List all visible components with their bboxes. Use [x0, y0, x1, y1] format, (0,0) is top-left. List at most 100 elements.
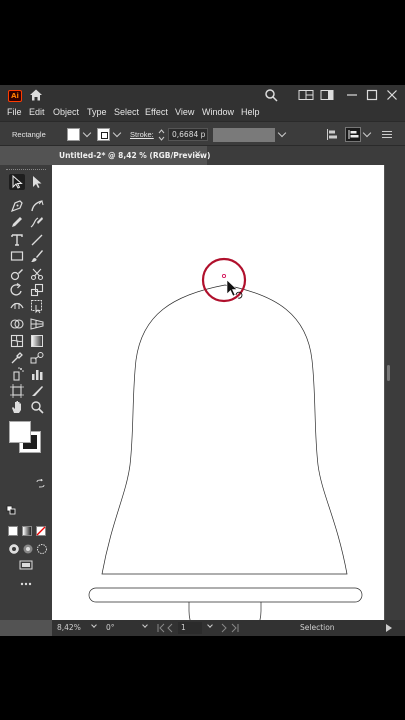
stroke-label[interactable]: Stroke:: [130, 130, 154, 139]
swap-fill-stroke-icon[interactable]: [36, 479, 45, 488]
vertical-scrollbar[interactable]: [385, 165, 405, 620]
none-mode-icon[interactable]: [36, 526, 46, 536]
stroke-dropdown-chevron-icon[interactable]: [112, 128, 122, 138]
align-selection-icon[interactable]: [345, 127, 361, 142]
selection-type-label: Rectangle: [12, 130, 46, 139]
default-fill-stroke-icon[interactable]: [6, 505, 16, 515]
blend-tool-icon[interactable]: [29, 350, 45, 366]
mesh-tool-icon[interactable]: [9, 333, 25, 349]
artwork[interactable]: [52, 165, 384, 636]
menu-object[interactable]: Object: [53, 107, 79, 117]
align-to-icon[interactable]: [326, 128, 338, 141]
screen-mode-icon[interactable]: [19, 559, 33, 571]
shape-builder-tool-icon[interactable]: [9, 316, 25, 332]
gradient-tool-icon[interactable]: [29, 333, 45, 349]
type-tool-icon[interactable]: [9, 232, 25, 248]
menu-bar: File Edit Object Type Select Effect View…: [0, 105, 405, 121]
arrange-documents-icon[interactable]: [298, 88, 314, 102]
free-transform-tool-icon[interactable]: [29, 298, 45, 314]
gradient-mode-button[interactable]: [22, 526, 32, 536]
fill-swatch[interactable]: [67, 128, 80, 141]
selected-circle-shape[interactable]: [201, 257, 247, 303]
scrollbar-thumb[interactable]: [387, 365, 390, 381]
rotation-dropdown-chevron-icon[interactable]: [142, 622, 148, 628]
curvature-tool-icon[interactable]: [29, 198, 45, 214]
minimize-icon[interactable]: [346, 88, 358, 102]
menu-window[interactable]: Window: [202, 107, 234, 117]
bell-clapper-shape[interactable]: [188, 602, 262, 636]
artboard-next-nav-icon[interactable]: [218, 623, 240, 633]
current-tool-label: Selection: [300, 623, 335, 632]
close-icon[interactable]: [386, 88, 398, 102]
symbol-sprayer-tool-icon[interactable]: [9, 366, 25, 382]
bell-body-shape[interactable]: [101, 284, 348, 575]
profile-dropdown-chevron-icon[interactable]: [277, 128, 287, 138]
canvas-area[interactable]: [52, 165, 385, 636]
align-dropdown-chevron-icon[interactable]: [362, 128, 372, 138]
artboard-number: 1: [181, 623, 186, 632]
rotation-field[interactable]: 0°: [106, 623, 115, 632]
stroke-stepper-icon[interactable]: [158, 128, 165, 142]
menu-type[interactable]: Type: [87, 107, 107, 117]
bell-rim-shape[interactable]: [88, 587, 363, 603]
zoom-tool-icon[interactable]: [29, 399, 45, 415]
shaper-tool-icon[interactable]: [29, 214, 45, 230]
stroke-swatch[interactable]: [97, 128, 110, 141]
artboard-number-field[interactable]: 1: [178, 622, 202, 634]
zoom-dropdown-chevron-icon[interactable]: [91, 622, 97, 628]
scale-tool-icon[interactable]: [29, 282, 45, 298]
zoom-level-field[interactable]: 8,42%: [57, 623, 81, 632]
hand-tool-icon[interactable]: [9, 399, 25, 415]
column-graph-tool-icon[interactable]: [29, 366, 45, 382]
document-tab-title: Untitled-2* @ 8,42 % (RGB/Preview): [59, 151, 211, 160]
workspace-icon[interactable]: [320, 88, 334, 102]
draw-inside-icon[interactable]: [36, 543, 48, 555]
panel-menu-icon[interactable]: [382, 130, 392, 139]
selection-tool-icon[interactable]: [9, 174, 25, 190]
menu-select[interactable]: Select: [114, 107, 139, 117]
draw-normal-icon[interactable]: [8, 543, 20, 555]
pen-tool-icon[interactable]: [9, 198, 25, 214]
width-tool-icon[interactable]: [9, 298, 25, 314]
anchor-point-icon[interactable]: [221, 273, 227, 279]
scissors-tool-icon[interactable]: [29, 266, 45, 282]
document-tab[interactable]: Untitled-2* @ 8,42 % (RGB/Preview) ✕: [52, 146, 211, 165]
toolbar-grip[interactable]: [6, 169, 46, 171]
status-menu-arrow-icon[interactable]: [386, 624, 392, 632]
variable-width-profile-field[interactable]: [213, 128, 275, 142]
rectangle-tool-icon[interactable]: [9, 248, 25, 264]
control-bar: Rectangle Stroke: 0,6684 p: [0, 121, 405, 146]
direct-selection-tool-icon[interactable]: [29, 174, 45, 190]
artboard-dropdown-chevron-icon[interactable]: [207, 622, 213, 628]
perspective-grid-tool-icon[interactable]: [29, 316, 45, 332]
pencil-tool-icon[interactable]: [9, 214, 25, 230]
app-logo: Ai: [8, 90, 22, 102]
artboard-tool-icon[interactable]: [9, 383, 25, 399]
eyedropper-tool-icon[interactable]: [9, 350, 25, 366]
maximize-icon[interactable]: [366, 88, 378, 102]
blob-brush-tool-icon[interactable]: [9, 266, 25, 282]
paintbrush-tool-icon[interactable]: [29, 248, 45, 264]
more-tools-icon[interactable]: [20, 581, 32, 587]
menu-file[interactable]: File: [7, 107, 22, 117]
color-mode-button[interactable]: [8, 526, 18, 536]
menu-view[interactable]: View: [175, 107, 194, 117]
rotate-tool-icon[interactable]: [9, 282, 25, 298]
artboard[interactable]: [52, 165, 384, 636]
fill-color-box-front[interactable]: [9, 421, 31, 443]
fill-dropdown-chevron-icon[interactable]: [82, 128, 92, 138]
menu-effect[interactable]: Effect: [145, 107, 168, 117]
stroke-weight-input[interactable]: 0,6684 p: [168, 128, 208, 141]
close-tab-icon[interactable]: ✕: [194, 150, 202, 160]
draw-behind-icon[interactable]: [22, 543, 34, 555]
menu-help[interactable]: Help: [241, 107, 260, 117]
line-segment-tool-icon[interactable]: [29, 232, 45, 248]
application-bar: Ai: [0, 85, 405, 105]
illustrator-window: Ai File Edit Object Type Select Effect V…: [0, 85, 405, 636]
slice-tool-icon[interactable]: [29, 383, 45, 399]
tools-panel: [0, 165, 52, 620]
menu-edit[interactable]: Edit: [29, 107, 45, 117]
search-icon[interactable]: [264, 88, 278, 102]
artboard-prev-nav-icon[interactable]: [156, 623, 178, 633]
home-icon[interactable]: [29, 88, 43, 102]
